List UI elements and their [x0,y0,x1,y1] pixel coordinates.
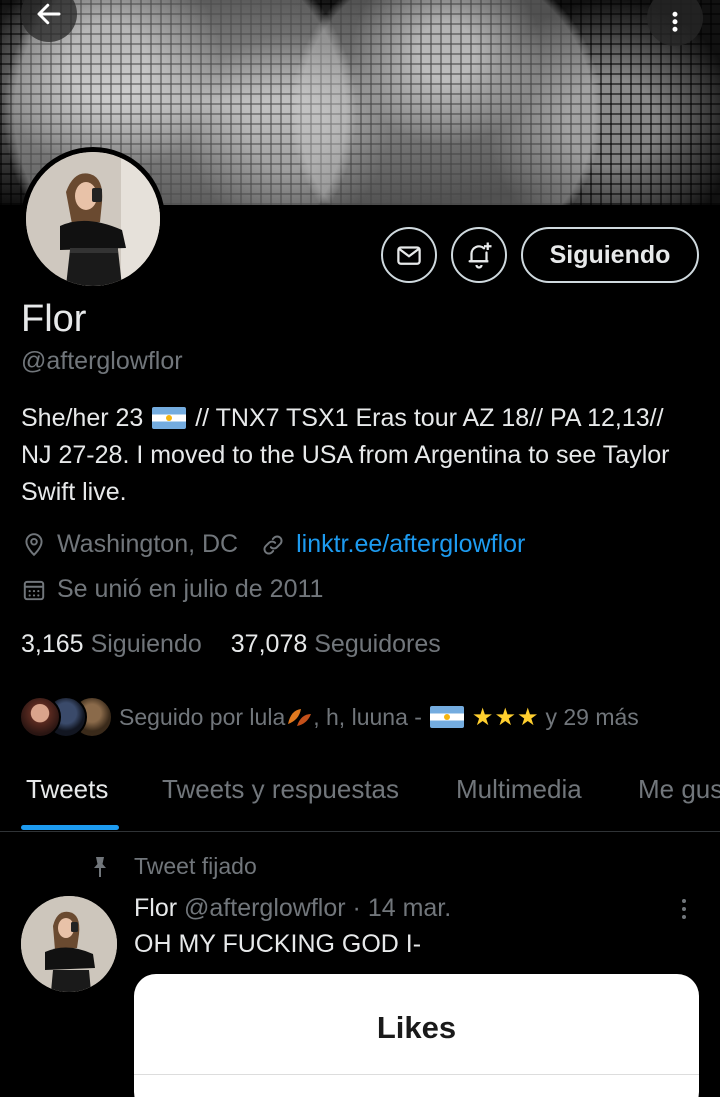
tweet-author-handle[interactable]: @afterglowflor [184,894,346,922]
tab-media[interactable]: Multimedia [456,774,582,805]
profile-stats: 3,165 Siguiendo 37,078 Seguidores [21,630,470,659]
bell-plus-icon [468,242,492,269]
tweet-avatar[interactable] [21,896,117,992]
tab-tweets[interactable]: Tweets [26,774,108,805]
calendar-icon [23,580,45,600]
tweet-header: Flor @afterglowflor · 14 mar. [134,894,451,923]
avatar [19,696,61,738]
argentina-flag-icon [429,706,464,728]
card-title: Likes [376,1010,457,1045]
following-stat[interactable]: 3,165 Siguiendo [21,630,202,659]
profile-bio: She/her 23 // TNX7 TSX1 Eras tour AZ 18/… [21,400,701,511]
followers-stat[interactable]: 37,078 Seguidores [231,630,441,659]
profile-meta-location: Washington, DC linktr.ee/afterglowflor [21,530,525,559]
active-tab-indicator [21,825,119,830]
profile-tabs: Tweets Tweets y respuestas Multimedia Me… [0,760,720,832]
following-button[interactable]: Siguiendo [521,227,699,283]
star-emojis: ★★★ [471,703,540,731]
following-label: Siguiendo [90,630,202,658]
profile-avatar[interactable] [21,147,165,291]
tab-tweets-replies[interactable]: Tweets y respuestas [162,774,399,805]
message-button[interactable] [381,227,437,283]
following-count: 3,165 [21,630,84,658]
profile-link[interactable]: linktr.ee/afterglowflor [296,530,525,559]
pin-icon [94,856,106,877]
location-text: Washington, DC [57,530,239,558]
leaves-emoji-icon [288,709,312,726]
profile-handle: @afterglowflor [21,347,183,375]
profile-name: Flor [21,298,87,340]
followed-by-row[interactable]: Seguido por lula , h, luuna - ★★★ y 29 m… [19,696,639,738]
link-icon [263,535,283,554]
tweet-media-card[interactable]: Likes [134,974,699,1097]
followed-by-prefix: Seguido por lula [119,703,286,730]
tab-likes[interactable]: Me gus [638,774,720,805]
tweet-date[interactable]: 14 mar. [368,894,451,922]
back-arrow-icon [37,3,61,25]
more-vertical-icon[interactable] [672,896,696,922]
more-vertical-icon [672,11,678,32]
card-divider [134,1074,699,1075]
notifications-button[interactable] [451,227,507,283]
pinned-tweet-label: Tweet fijado [88,853,257,880]
tweet-separator: · [352,894,361,922]
followers-count: 37,078 [230,630,308,658]
tweet-author-name[interactable]: Flor [134,894,177,922]
argentina-flag-icon [152,407,187,429]
location-pin-icon [25,532,43,556]
bio-text-1: She/her 23 [21,404,144,432]
followed-by-middle: , h, luuna - [313,703,422,730]
tweet-text: OH MY FUCKING GOD I- [134,930,422,958]
followers-label: Seguidores [314,630,441,658]
pinned-text: Tweet fijado [134,853,257,879]
followed-by-suffix: y 29 más [545,703,639,730]
profile-meta-joined: Se unió en julio de 2011 [21,575,323,604]
followed-by-avatars [19,696,113,738]
envelope-icon [397,246,421,265]
joined-text: Se unió en julio de 2011 [57,575,324,603]
